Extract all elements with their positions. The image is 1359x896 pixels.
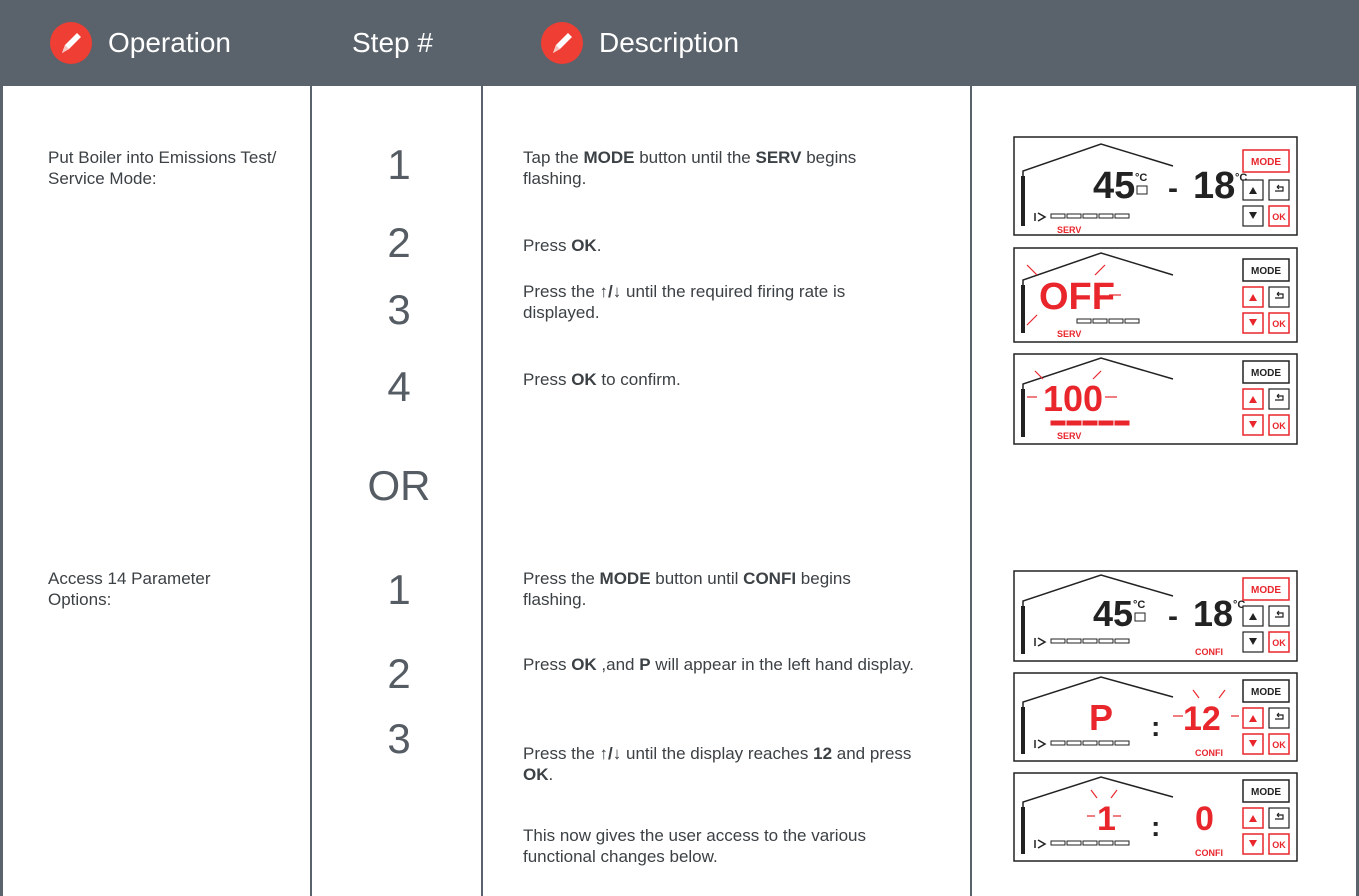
lcd-temperature: 45: [1093, 593, 1133, 634]
lcd-param-value: 0: [1195, 800, 1214, 838]
controller-display: P : 12 CONFI MODE OK: [1013, 672, 1298, 762]
svg-text:OK: OK: [1272, 638, 1286, 648]
step-number: 1: [387, 566, 411, 613]
step-number: 3: [387, 286, 411, 333]
back-button: [1268, 807, 1290, 829]
step-or: OR: [367, 462, 431, 509]
up-down-arrow-icon: ↑/↓: [599, 744, 622, 763]
svg-text:MODE: MODE: [1251, 266, 1281, 277]
column-divider: [970, 86, 972, 896]
lcd-param-index: 1: [1097, 800, 1116, 838]
lcd-value: 100: [1043, 378, 1103, 419]
svg-text:OK: OK: [1272, 840, 1286, 850]
back-button: [1268, 388, 1290, 410]
step-description: Press the MODE button until CONFI begins…: [523, 569, 851, 609]
lcd-value: OFF: [1039, 276, 1115, 318]
svg-text:OK: OK: [1272, 740, 1286, 750]
step-description: Press OK.: [523, 236, 602, 255]
lcd-outdoor: 18: [1193, 165, 1235, 207]
svg-text:MODE: MODE: [1251, 157, 1281, 168]
step-number: 4: [387, 363, 411, 410]
controller-display: 100 SERV MODE OK: [1013, 353, 1298, 445]
table-border-left: [0, 86, 3, 896]
svg-text:MODE: MODE: [1251, 787, 1281, 798]
header-description-label: Description: [599, 27, 740, 58]
pen-icon: [50, 22, 92, 64]
svg-text:OK: OK: [1272, 212, 1286, 222]
lcd-unit: °C: [1133, 599, 1145, 611]
back-button: [1268, 605, 1290, 627]
back-button: [1268, 707, 1290, 729]
header-step: Step #: [352, 0, 433, 86]
operation-label: Put Boiler into Emissions Test/ Service …: [48, 148, 277, 188]
header-operation: Operation: [50, 0, 231, 86]
lcd-mode-tag: CONFI: [1195, 647, 1223, 657]
svg-text:MODE: MODE: [1251, 687, 1281, 698]
lcd-mode-tag: SERV: [1057, 431, 1081, 441]
back-button: [1268, 179, 1290, 201]
up-down-arrow-icon: ↑/↓: [599, 282, 622, 301]
svg-text:MODE: MODE: [1251, 368, 1281, 379]
lcd-temperature: 45: [1093, 165, 1135, 207]
step-number: 1: [387, 141, 411, 188]
lcd-separator: -: [1168, 172, 1178, 205]
lcd-unit: °C: [1135, 172, 1147, 184]
column-divider: [481, 86, 483, 896]
lcd-outdoor: 18: [1193, 593, 1233, 634]
lcd-param-letter: P: [1089, 697, 1113, 738]
lcd-separator: -: [1168, 600, 1178, 633]
svg-text:OK: OK: [1272, 421, 1286, 431]
column-divider: [310, 86, 312, 896]
back-button: [1268, 286, 1290, 308]
header-operation-label: Operation: [108, 27, 231, 58]
svg-text:MODE: MODE: [1251, 585, 1281, 596]
controller-display: 45 °C - 18 °C CONFI MODE OK: [1013, 570, 1298, 662]
step-number: 2: [387, 219, 411, 266]
svg-text:OK: OK: [1272, 319, 1286, 329]
lcd-mode-tag: CONFI: [1195, 748, 1223, 758]
header-step-label: Step #: [352, 27, 433, 58]
operation-label: Access 14 Parameter Options:: [48, 569, 211, 609]
pen-icon: [541, 22, 583, 64]
controller-display: 45 °C - 18 °C SERV MODE OK: [1013, 136, 1298, 236]
header-description: Description: [541, 0, 739, 86]
step-description: This now gives the user access to the va…: [523, 826, 866, 866]
lcd-colon: :: [1151, 811, 1160, 842]
controller-display: 1 : 0 CONFI MODE OK: [1013, 772, 1298, 862]
lcd-param-number: 12: [1183, 700, 1221, 738]
lcd-mode-tag: SERV: [1057, 225, 1081, 235]
lcd-colon: :: [1151, 711, 1160, 742]
lcd-mode-tag: SERV: [1057, 329, 1081, 339]
step-description: Press the ↑/↓ until the display reaches …: [523, 744, 912, 784]
step-description: Press OK ,and P will appear in the left …: [523, 655, 914, 674]
step-description: Press the ↑/↓ until the required firing …: [523, 282, 846, 322]
step-number: 2: [387, 650, 411, 697]
step-description: Press OK to confirm.: [523, 370, 681, 389]
controller-display: OFF SERV MODE OK: [1013, 247, 1298, 343]
lcd-mode-tag: CONFI: [1195, 848, 1223, 858]
table-header: Operation Step # Description: [0, 0, 1359, 86]
step-description: Tap the MODE button until the SERV begin…: [523, 148, 857, 188]
step-number: 3: [387, 715, 411, 762]
